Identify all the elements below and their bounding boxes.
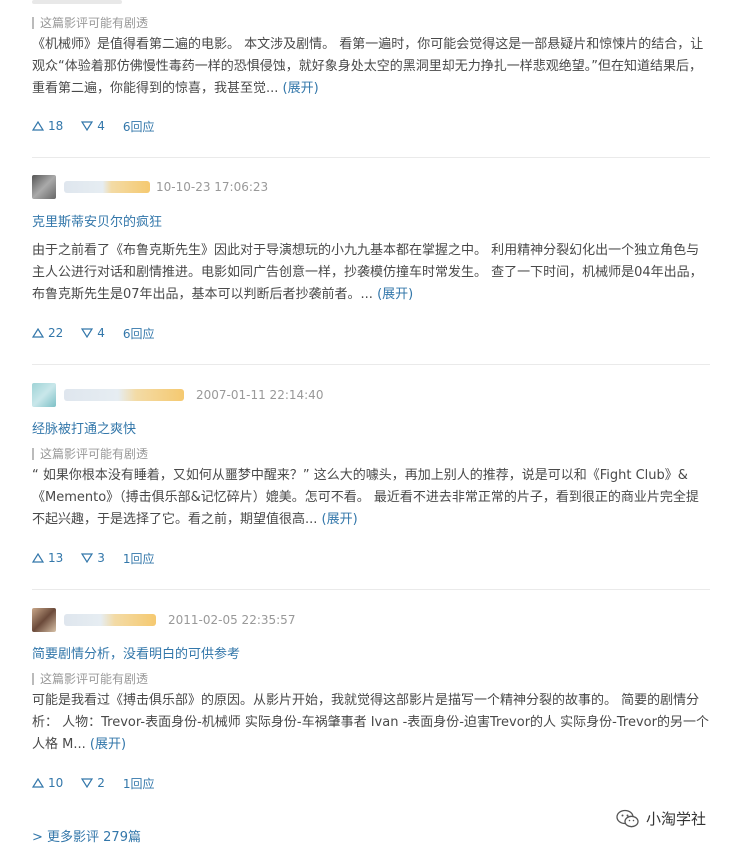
review-text: 《机械师》是值得看第二遍的电影。 本文涉及剧情。 看第一遍时，你可能会觉得这是一… [32, 37, 704, 96]
thumb-up-icon [32, 121, 44, 131]
thumb-up-icon [32, 328, 44, 338]
cropped-top-header [32, 0, 122, 4]
watermark-text: 小淘学社 [646, 810, 707, 828]
thumb-up-icon [32, 553, 44, 563]
review-actions: 10 2 1回应 [32, 773, 155, 793]
spoiler-text: 这篇影评可能有剧透 [40, 447, 149, 461]
downvote-count: 3 [97, 551, 105, 565]
upvote-button[interactable]: 22 [32, 326, 63, 340]
downvote-count: 2 [97, 776, 105, 790]
spoiler-bar [32, 672, 34, 685]
review-actions: 22 4 6回应 [32, 323, 155, 343]
author-name[interactable] [64, 181, 150, 193]
upvote-button[interactable]: 10 [32, 776, 63, 790]
expand-link[interactable]: (展开) [322, 512, 358, 527]
upvote-count: 10 [48, 776, 64, 790]
replies-link[interactable]: 6回应 [123, 118, 155, 135]
review-excerpt: 《机械师》是值得看第二遍的电影。 本文涉及剧情。 看第一遍时，你可能会觉得这是一… [32, 34, 710, 100]
review-divider [32, 364, 710, 365]
spoiler-bar [32, 16, 34, 29]
author-name[interactable] [64, 614, 156, 626]
review-text: 可能是我看过《搏击俱乐部》的原因。从影片开始，我就觉得这部影片是描写一个精神分裂… [32, 693, 709, 752]
author-name[interactable] [64, 389, 184, 401]
downvote-button[interactable]: 4 [81, 326, 105, 340]
avatar[interactable] [32, 175, 56, 199]
downvote-button[interactable]: 4 [81, 119, 105, 133]
review-date: 2007-01-11 22:14:40 [196, 388, 324, 402]
upvote-button[interactable]: 18 [32, 119, 63, 133]
spoiler-text: 这篇影评可能有剧透 [40, 672, 149, 686]
review-actions: 18 4 6回应 [32, 116, 155, 136]
review-title[interactable]: 克里斯蒂安贝尔的疯狂 [32, 211, 162, 230]
downvote-count: 4 [97, 326, 105, 340]
spoiler-notice: 这篇影评可能有剧透 [32, 670, 148, 687]
thumb-down-icon [81, 778, 94, 788]
expand-link[interactable]: (展开) [90, 737, 126, 752]
review-date: 10-10-23 17:06:23 [156, 180, 269, 194]
spoiler-notice: 这篇影评可能有剧透 [32, 14, 148, 31]
review-meta: 10-10-23 17:06:23 [32, 175, 268, 199]
review-actions: 13 3 1回应 [32, 548, 155, 568]
thumb-down-icon [81, 553, 94, 563]
spoiler-notice: 这篇影评可能有剧透 [32, 445, 148, 462]
review-title[interactable]: 经脉被打通之爽快 [32, 418, 136, 437]
downvote-button[interactable]: 2 [81, 776, 105, 790]
review-divider [32, 589, 710, 590]
upvote-count: 13 [48, 551, 64, 565]
review-text: 由于之前看了《布鲁克斯先生》因此对于导演想玩的小九九基本都在掌握之中。 利用精神… [32, 243, 703, 302]
thumb-down-icon [81, 328, 94, 338]
upvote-button[interactable]: 13 [32, 551, 63, 565]
downvote-count: 4 [97, 119, 105, 133]
downvote-button[interactable]: 3 [81, 551, 105, 565]
expand-link[interactable]: (展开) [377, 287, 413, 302]
review-title[interactable]: 简要剧情分析，没看明白的可供参考 [32, 643, 240, 662]
review-meta: 2007-01-11 22:14:40 [32, 383, 323, 407]
spoiler-bar [32, 447, 34, 460]
upvote-count: 18 [48, 119, 64, 133]
replies-link[interactable]: 1回应 [123, 550, 155, 567]
review-excerpt: 可能是我看过《搏击俱乐部》的原因。从影片开始，我就觉得这部影片是描写一个精神分裂… [32, 690, 710, 756]
thumb-up-icon [32, 778, 44, 788]
avatar[interactable] [32, 383, 56, 407]
avatar[interactable] [32, 608, 56, 632]
watermark: 小淘学社 [616, 808, 706, 829]
review-divider [32, 157, 710, 158]
replies-link[interactable]: 6回应 [123, 325, 155, 342]
upvote-count: 22 [48, 326, 64, 340]
more-reviews-link[interactable]: > 更多影评 279篇 [32, 826, 141, 845]
replies-link[interactable]: 1回应 [123, 775, 155, 792]
review-excerpt: 由于之前看了《布鲁克斯先生》因此对于导演想玩的小九九基本都在掌握之中。 利用精神… [32, 240, 710, 306]
review-text: “ 如果你根本没有睡着，又如何从噩梦中醒来？” 这么大的噱头，再加上别人的推荐，… [32, 468, 699, 527]
review-meta: 2011-02-05 22:35:57 [32, 608, 295, 632]
expand-link[interactable]: (展开) [283, 81, 319, 96]
review-excerpt: “ 如果你根本没有睡着，又如何从噩梦中醒来？” 这么大的噱头，再加上别人的推荐，… [32, 465, 710, 531]
spoiler-text: 这篇影评可能有剧透 [40, 16, 149, 30]
wechat-icon [616, 809, 639, 827]
thumb-down-icon [81, 121, 94, 131]
review-date: 2011-02-05 22:35:57 [168, 613, 296, 627]
